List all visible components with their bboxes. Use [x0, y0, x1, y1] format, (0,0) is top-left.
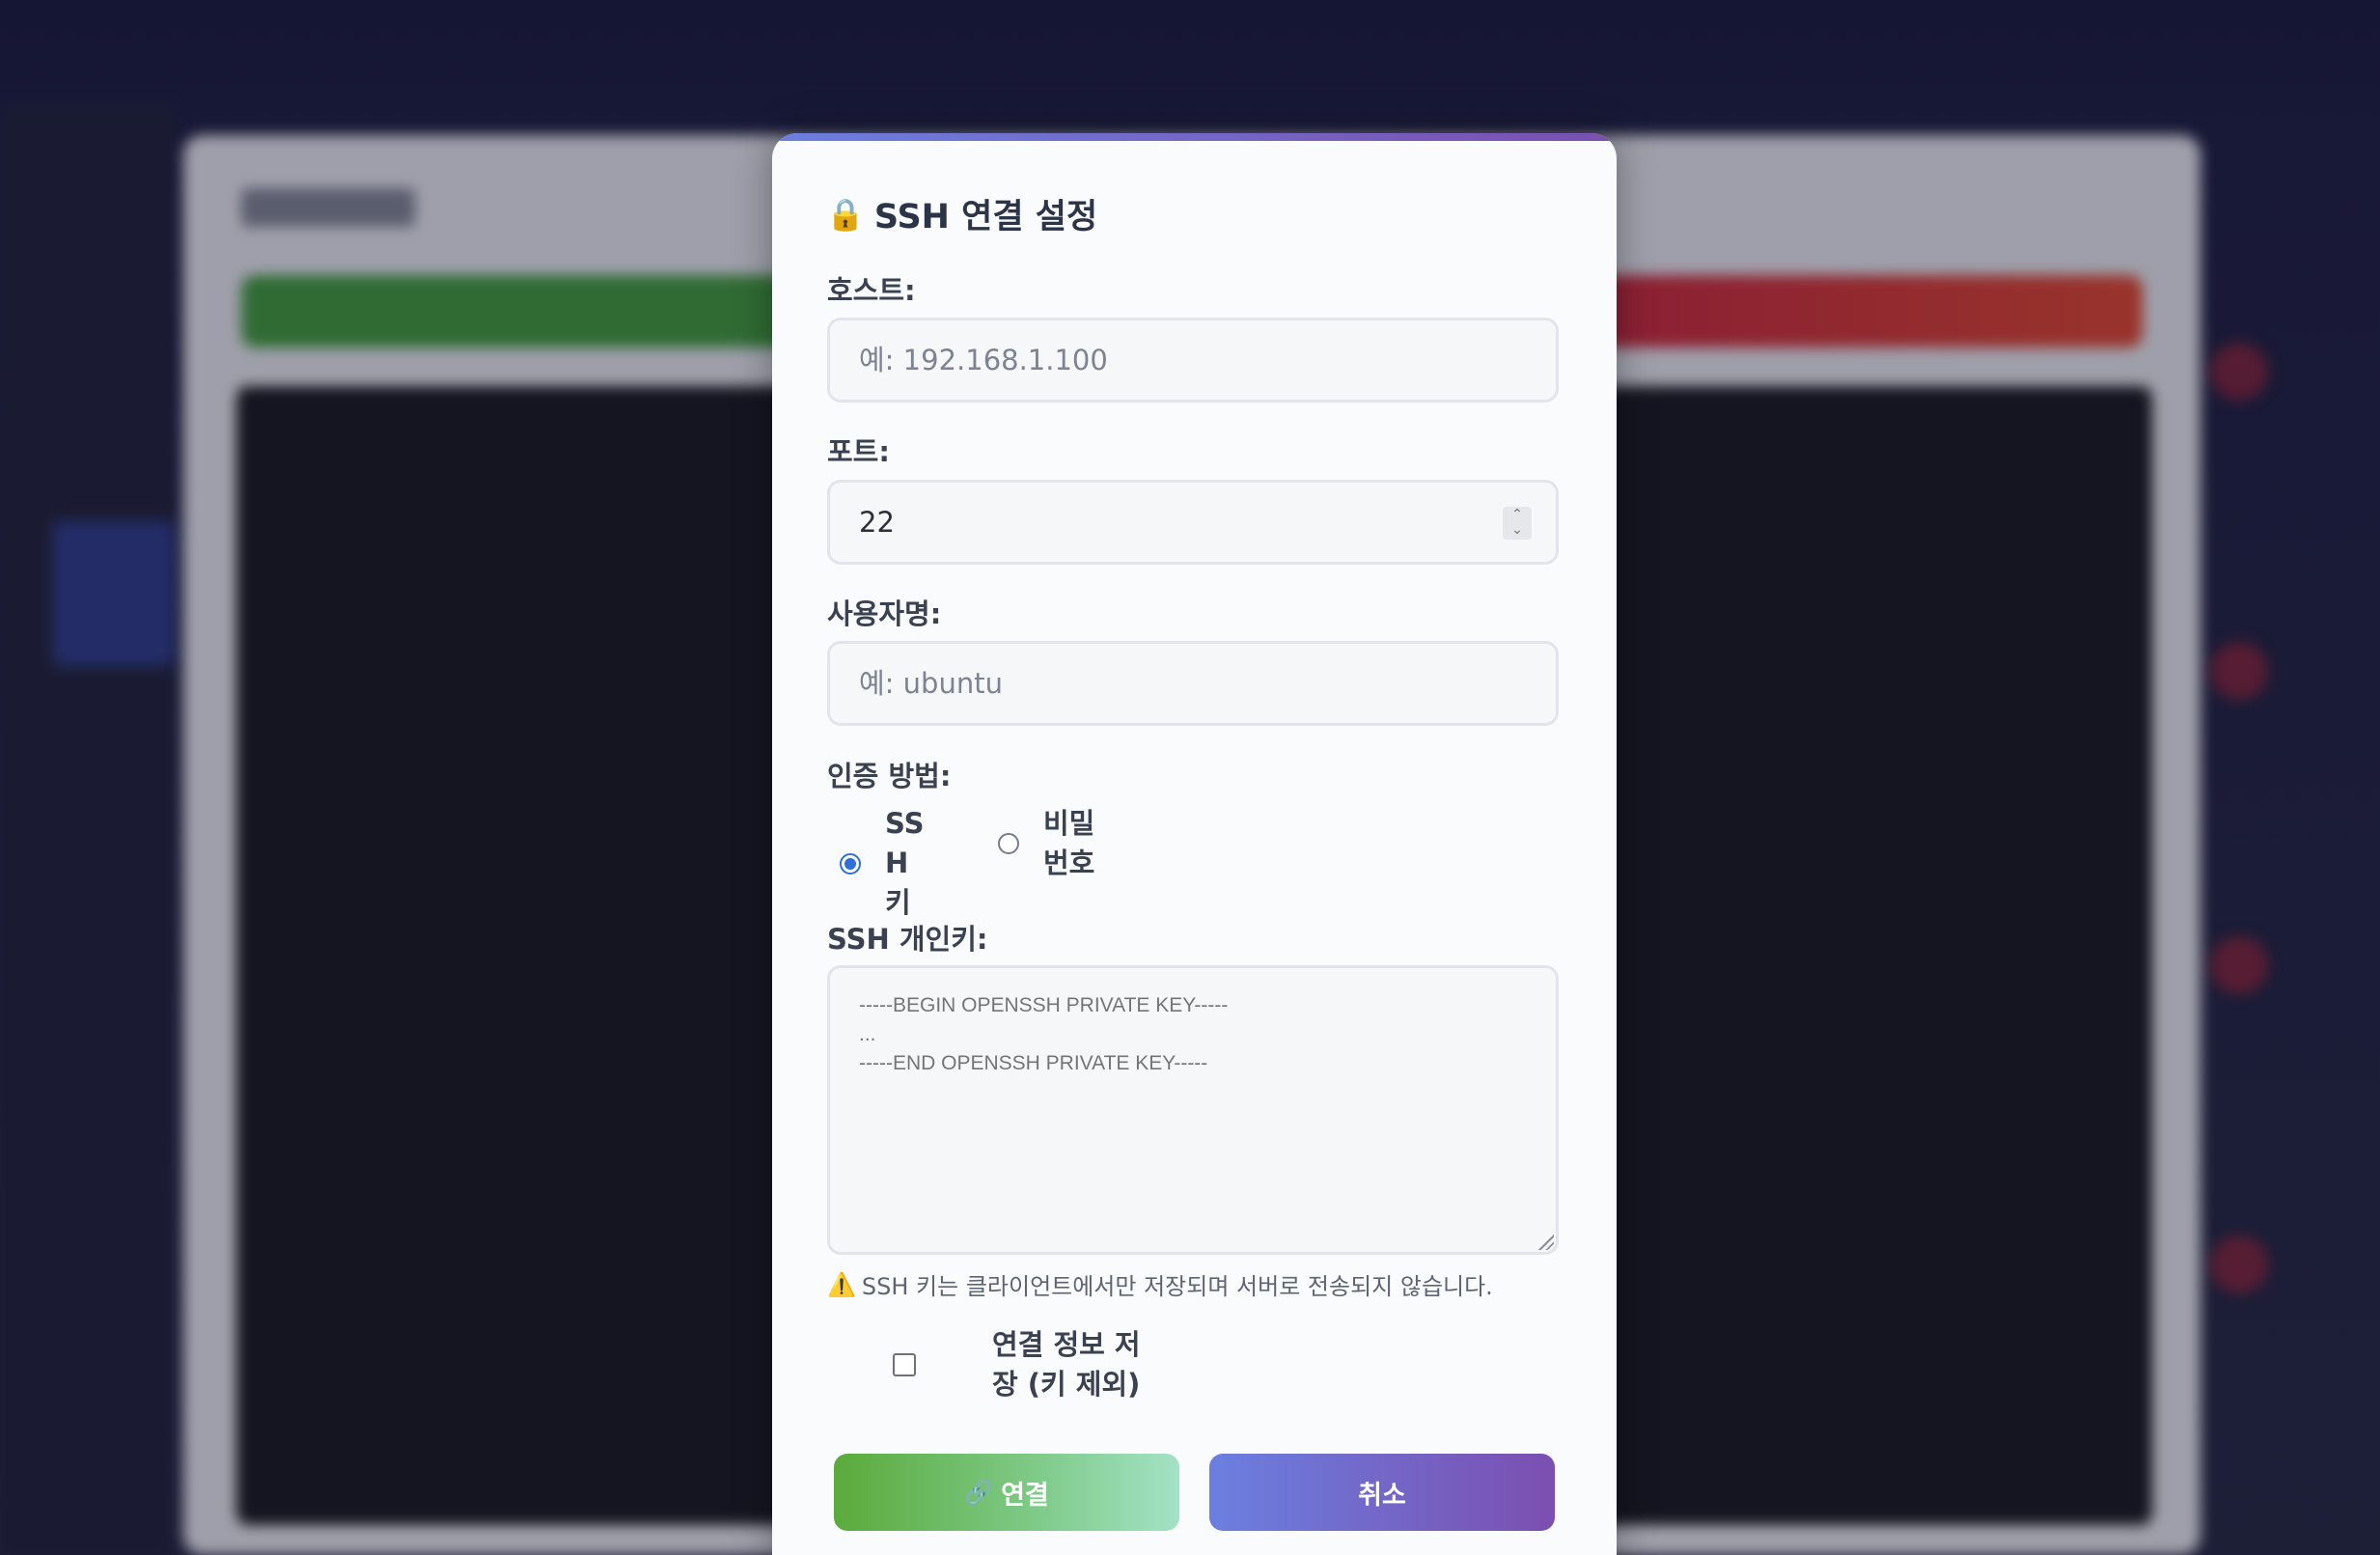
- lock-icon: 🔒: [826, 195, 865, 233]
- auth-method-radio-group: SSH 키 비밀번호: [840, 804, 1101, 923]
- connect-button-label: 연결: [1001, 1480, 1049, 1511]
- connect-button[interactable]: 🔗 연결: [834, 1454, 1179, 1531]
- username-input[interactable]: [827, 641, 1559, 726]
- ssh-connection-modal: 🔒 SSH 연결 설정 호스트: 포트: ⌃ ⌄ 사용자명: 인증 방법: SS…: [772, 133, 1617, 1555]
- auth-method-label: 인증 방법:: [827, 760, 952, 792]
- security-warning: ⚠️ SSH 키는 클라이언트에서만 저장되며 서버로 전송되지 않습니다.: [827, 1267, 1493, 1301]
- resize-handle-icon[interactable]: [1538, 1235, 1554, 1250]
- port-stepper[interactable]: ⌃ ⌄: [1503, 507, 1532, 540]
- port-label: 포트:: [827, 435, 890, 468]
- warning-icon: ⚠️: [827, 1270, 856, 1298]
- cancel-button[interactable]: 취소: [1209, 1454, 1555, 1531]
- ssh-key-radio-label[interactable]: SSH 키: [885, 804, 943, 923]
- private-key-textarea[interactable]: [827, 965, 1559, 1255]
- cancel-button-label: 취소: [1358, 1480, 1406, 1511]
- modal-title: 🔒 SSH 연결 설정: [826, 189, 1097, 238]
- ssh-key-radio[interactable]: [840, 852, 861, 875]
- chevron-down-icon[interactable]: ⌄: [1511, 522, 1523, 538]
- username-label: 사용자명:: [827, 597, 942, 630]
- port-input[interactable]: [827, 480, 1559, 565]
- chevron-up-icon[interactable]: ⌃: [1511, 507, 1523, 522]
- host-input[interactable]: [827, 318, 1559, 403]
- auth-option-password[interactable]: 비밀번호: [998, 804, 1101, 883]
- host-label: 호스트:: [827, 274, 916, 307]
- password-radio-label[interactable]: 비밀번호: [1043, 804, 1101, 883]
- save-connection-label[interactable]: 연결 정보 저장 (키 제외): [992, 1325, 1147, 1404]
- modal-title-text: SSH 연결 설정: [873, 198, 1098, 236]
- password-radio[interactable]: [998, 833, 1019, 854]
- security-warning-text: SSH 키는 클라이언트에서만 저장되며 서버로 전송되지 않습니다.: [861, 1273, 1493, 1300]
- private-key-label: SSH 개인키:: [827, 923, 988, 956]
- link-icon: 🔗: [964, 1479, 994, 1506]
- auth-option-ssh-key[interactable]: SSH 키: [840, 804, 943, 923]
- save-connection-checkbox[interactable]: [893, 1353, 916, 1376]
- modal-accent-bar: [772, 133, 1617, 141]
